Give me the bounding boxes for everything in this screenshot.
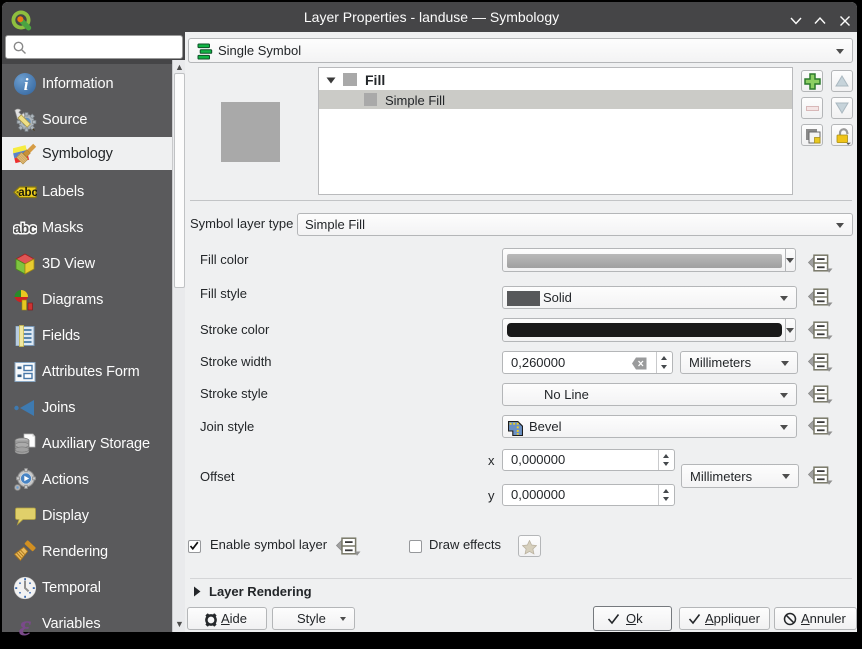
svg-text:abc: abc (18, 187, 37, 199)
svg-text:ε: ε (19, 612, 32, 636)
svg-text:i: i (24, 75, 29, 94)
svg-text:abc: abc (14, 221, 37, 236)
